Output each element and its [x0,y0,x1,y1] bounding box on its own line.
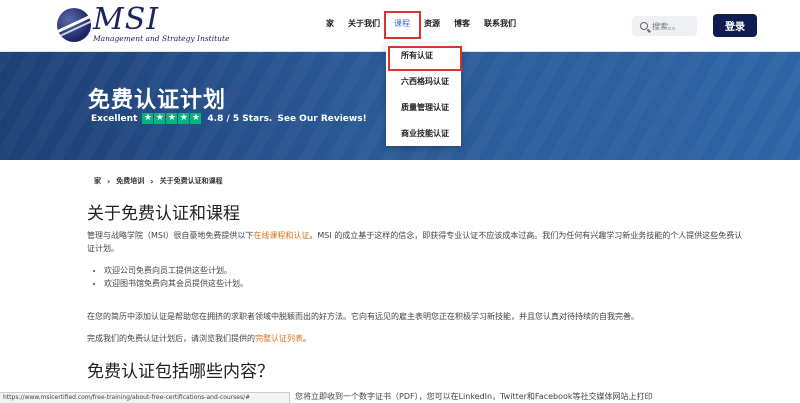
msi-logo[interactable]: MSI Management and Strategy Institute [57,2,230,44]
section-heading-about: 关于免费认证和课程 [87,204,240,224]
dropdown-item-quality-management[interactable]: 质量管理认证 [386,95,461,121]
breadcrumb-free-training[interactable]: 免费培训 [116,176,144,186]
page-title: 免费认证计划 [88,88,227,113]
nav-home[interactable]: 家 [326,18,334,29]
nav-blog[interactable]: 博客 [454,18,470,29]
full-list-paragraph: 完成我们的免费认证计划后，请浏览我们提供的完整认证列表。 [87,332,747,345]
resume-paragraph: 在您的简历中添加认证是帮助您在拥挤的求职者领域中脱颖而出的好方法。它向有远见的雇… [87,312,639,321]
dropdown-item-business-skills[interactable]: 商业技能认证 [386,121,461,147]
star-icon: ★ [166,113,178,124]
main-nav: 家 关于我们 课程 资源 博客 联系我们 [326,18,530,29]
reviews-link[interactable]: See Our Reviews! [277,114,366,124]
globe-logo-icon [57,8,91,42]
logo-title: MSI [93,2,160,37]
nav-courses-highlight-box [384,11,421,39]
star-icon: ★ [154,113,166,124]
list-item: 欢迎图书馆免费向其会员提供这些计划。 [104,277,248,290]
star-icon: ★ [142,113,154,124]
star-icon: ★ [178,113,190,124]
logo-subtitle: Management and Strategy Institute [93,34,230,43]
chevron-right-icon: › [150,176,154,186]
browser-status-url: https://www.msicertified.com/free-traini… [0,392,290,403]
trustpilot-rating[interactable]: Excellent ★ ★ ★ ★ ★ 4.8 / 5 Stars. See O… [91,113,367,124]
intro-paragraph: 管理与战略学院（MSI）很自豪地免费提供以下在线课程和认证。MSI 的成立基于这… [87,229,747,255]
nav-resources[interactable]: 资源 [424,18,440,29]
bullet-list: 欢迎公司免费向员工提供这些计划。 欢迎图书馆免费向其会员提供这些计划。 [104,264,248,290]
breadcrumb: 家 › 免费培训 › 关于免费认证和课程 [94,176,223,186]
dropdown-item-six-sigma[interactable]: 六西格玛认证 [386,69,461,95]
full-list-text: 完成我们的免费认证计划后，请浏览我们提供的 [87,334,255,343]
intro-text-start: 管理与战略学院（MSI）很自豪地免费提供以下 [87,231,254,240]
star-icon: ★ [190,113,202,124]
chevron-right-icon: › [107,176,111,186]
search-icon [640,22,648,30]
list-item: 欢迎公司免费向员工提供这些计划。 [104,264,248,277]
nav-about[interactable]: 关于我们 [348,18,380,29]
search-input[interactable]: 搜索。。 [632,16,697,36]
rating-word: Excellent [91,113,138,124]
full-certification-list-link[interactable]: 完整认证列表 [255,334,303,343]
dropdown-highlight-box [388,46,462,71]
breadcrumb-home[interactable]: 家 [94,176,101,186]
login-button[interactable]: 登录 [713,14,757,37]
full-list-text-end: 。 [303,334,311,343]
breadcrumb-current: 关于免费认证和课程 [159,177,223,185]
nav-contact[interactable]: 联系我们 [484,18,516,29]
rating-value: 4.8 / 5 Stars. [207,113,273,124]
section-heading-includes: 免费认证包括哪些内容？ [87,362,274,382]
search-placeholder: 搜索。。 [652,21,680,31]
rating-stars: ★ ★ ★ ★ ★ [142,113,202,124]
online-courses-link[interactable]: 在线课程和认证 [253,231,309,240]
